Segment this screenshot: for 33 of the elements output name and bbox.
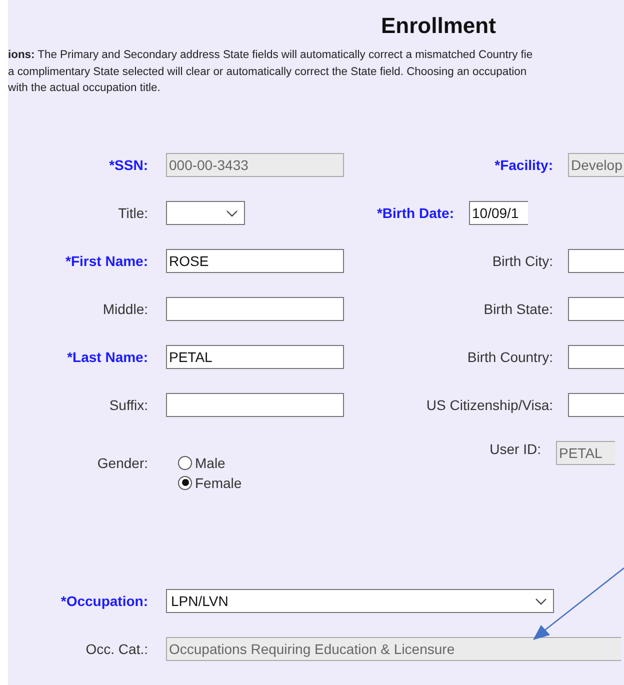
field-label: *Facility: (494, 156, 553, 172)
input-field[interactable]: 10/09/1 (469, 200, 528, 224)
input-field[interactable] (166, 296, 344, 320)
page-title: Enrollment (381, 13, 497, 39)
title-select[interactable] (166, 200, 245, 224)
input-field[interactable]: ROSE (166, 248, 344, 272)
field-label: Suffix: (108, 396, 148, 412)
gender-radio[interactable]: Female (178, 474, 242, 490)
instructions-text: ions: The Primary and Secondary address State fields will automatically correct a mismatched Country fie a complimentary State selected will clear or automatically correct the State field. Choosing an occupation with the actual occupation title. (8, 48, 534, 96)
field-label: Title: (117, 204, 148, 220)
field-label: Birth Country: (466, 348, 553, 364)
field-label: *SSN: (108, 156, 148, 172)
field-label: Occ. Cat.: (84, 640, 148, 656)
input-field[interactable] (568, 296, 624, 320)
input-field[interactable] (568, 392, 624, 416)
field-label: Gender: (96, 454, 148, 470)
chevron-down-icon (226, 210, 238, 216)
chevron-down-icon (535, 598, 547, 604)
field-label: User ID: (488, 440, 541, 456)
field-label: US Citizenship/Visa: (425, 396, 553, 412)
field-label: *Birth Date: (376, 204, 454, 220)
input-field[interactable]: PETAL (166, 344, 344, 368)
input-field[interactable] (568, 344, 624, 368)
field-label: *Last Name: (66, 348, 148, 364)
field-label: Birth City: (491, 252, 553, 268)
input-field[interactable] (166, 392, 344, 416)
field-label: *Occupation: (60, 592, 148, 608)
field-label: Birth State: (482, 300, 553, 316)
input-field[interactable] (568, 248, 624, 272)
occupation-select[interactable]: LPN/LVN (166, 588, 554, 612)
gender-radio[interactable]: Male (178, 454, 226, 470)
field-label: *First Name: (64, 252, 148, 268)
field-label: Middle: (102, 300, 148, 316)
